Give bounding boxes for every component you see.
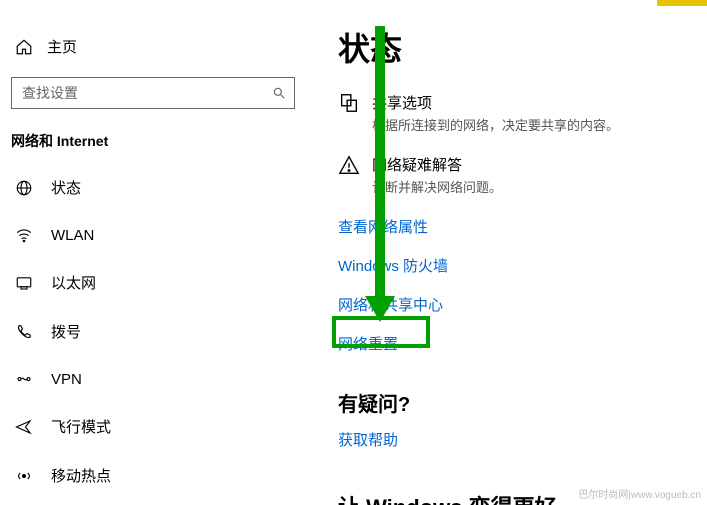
phone-icon [15,323,33,341]
nav-ethernet[interactable]: 以太网 [11,258,311,307]
help-heading: 有疑问? [338,388,698,417]
nav-airplane[interactable]: 飞行模式 [11,402,311,451]
nav-vpn[interactable]: VPN [11,356,311,402]
troubleshoot-desc: 诊断并解决网络问题。 [372,177,502,196]
vpn-icon [15,370,33,388]
nav-status[interactable]: 状态 [11,163,311,212]
hotspot-icon [15,467,33,485]
share-desc: 根据所连接到的网络，决定要共享的内容。 [372,115,619,134]
search-icon [272,86,286,100]
nav-label: 以太网 [51,272,96,293]
share-title: 共享选项 [372,92,619,113]
nav-hotspot[interactable]: 移动热点 [11,451,311,500]
option-text: 共享选项 根据所连接到的网络，决定要共享的内容。 [372,92,619,134]
page-title: 状态 [338,24,698,70]
search-input[interactable] [20,84,272,102]
link-firewall[interactable]: Windows 防火墙 [338,255,448,276]
search-box[interactable] [11,77,295,109]
link-get-help[interactable]: 获取帮助 [338,429,398,450]
nav-dialup[interactable]: 拨号 [11,307,311,356]
home-label: 主页 [47,36,77,57]
home-link[interactable]: 主页 [11,24,311,71]
wifi-icon [15,226,33,244]
share-options[interactable]: 共享选项 根据所连接到的网络，决定要共享的内容。 [338,92,698,134]
nav-label: 移动热点 [51,465,111,486]
section-title: 网络和 Internet [11,131,311,151]
share-icon [338,92,360,134]
watermark: 巴尔时尚网|www.vogueb.cn [578,486,701,501]
nav-label: WLAN [51,227,94,244]
home-icon [15,38,33,56]
nav-label: 拨号 [51,321,81,342]
nav-list: 状态 WLAN 以太网 拨号 [11,163,311,500]
link-view-properties[interactable]: 查看网络属性 [338,216,428,237]
nav-label: VPN [51,371,82,388]
troubleshoot-title: 网络疑难解答 [372,154,502,175]
airplane-icon [15,418,33,436]
nav-label: 状态 [51,177,81,198]
globe-icon [15,179,33,197]
option-text: 网络疑难解答 诊断并解决网络问题。 [372,154,502,196]
ethernet-icon [15,274,33,292]
main-content: 状态 共享选项 根据所连接到的网络，决定要共享的内容。 网络疑难解答 诊断并解决… [338,0,698,505]
nav-label: 飞行模式 [51,416,111,437]
sidebar: 主页 网络和 Internet 状态 WLAN [11,0,311,505]
link-sharing-center[interactable]: 网络和共享中心 [338,294,443,315]
nav-wlan[interactable]: WLAN [11,212,311,258]
troubleshoot[interactable]: 网络疑难解答 诊断并解决网络问题。 [338,154,698,196]
warning-icon [338,154,360,196]
link-network-reset[interactable]: 网络重置 [338,333,398,354]
